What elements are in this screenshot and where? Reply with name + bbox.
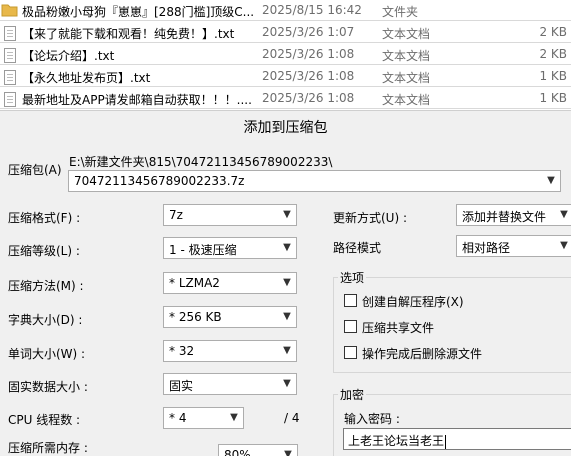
cpu-value: * 4 xyxy=(169,411,187,425)
shared-files-checkbox[interactable] xyxy=(344,320,357,333)
file-type: 文件夹 xyxy=(382,5,419,19)
archive-label: 压缩包(A) xyxy=(8,163,62,177)
file-name: 最新地址及APP请发邮箱自动获取！！！.... xyxy=(22,93,252,107)
path-mode-select[interactable]: 相对路径 ▼ xyxy=(456,235,571,257)
file-name: 【来了就能下载和观看！纯免费！】.txt xyxy=(22,27,235,41)
password-value: 上老王论坛当老王 xyxy=(348,434,447,449)
file-row[interactable]: 【来了就能下载和观看！纯免费！】.txt 2025/3/26 1:07 文本文档… xyxy=(0,22,571,43)
method-label: 压缩方法(M) : xyxy=(8,279,84,293)
file-type: 文本文档 xyxy=(382,71,431,85)
file-name: 极品粉嫩小母狗『崽崽』[288门槛]顶级C... xyxy=(22,5,254,19)
text-file-icon xyxy=(1,46,18,63)
cpu-select[interactable]: * 4 ▼ xyxy=(163,407,244,429)
file-row-folder[interactable]: 极品粉嫩小母狗『崽崽』[288门槛]顶级C... 2025/8/15 16:42… xyxy=(0,0,571,21)
chevron-down-icon[interactable]: ▼ xyxy=(281,377,293,391)
chevron-down-icon[interactable]: ▼ xyxy=(228,411,240,425)
delete-after-checkbox[interactable] xyxy=(344,346,357,359)
file-name: 【论坛介绍】.txt xyxy=(22,49,115,63)
chevron-down-icon[interactable]: ▼ xyxy=(281,310,293,324)
chevron-down-icon[interactable]: ▼ xyxy=(281,344,293,358)
dict-value: * 256 KB xyxy=(169,310,222,324)
text-file-icon xyxy=(1,68,18,85)
solid-value: 固实 xyxy=(169,379,194,393)
archive-name-value: 70472113456789002233.7z xyxy=(74,174,245,188)
level-select[interactable]: 1 - 极速压缩 ▼ xyxy=(163,237,297,259)
level-value: 1 - 极速压缩 xyxy=(169,243,237,257)
method-value: * LZMA2 xyxy=(169,276,220,290)
text-file-icon xyxy=(1,24,18,41)
shared-files-label: 压缩共享文件 xyxy=(362,321,435,335)
path-mode-value: 相对路径 xyxy=(462,241,511,255)
file-size: 1 KB xyxy=(539,69,567,83)
password-label: 输入密码 : xyxy=(344,412,400,426)
file-name: 【永久地址发布页】.txt xyxy=(22,71,151,85)
chevron-down-icon[interactable]: ▼ xyxy=(558,239,570,253)
chevron-down-icon[interactable]: ▼ xyxy=(281,208,293,222)
add-to-archive-dialog: 添加到压缩包 压缩包(A) E:\新建文件夹\815\7047211345678… xyxy=(0,110,571,456)
file-type: 文本文档 xyxy=(382,93,431,107)
memory-select[interactable]: 80% ▼ xyxy=(218,444,298,456)
word-value: * 32 xyxy=(169,344,195,358)
encryption-title: 加密 xyxy=(338,386,367,403)
folder-icon xyxy=(1,2,18,18)
dict-label: 字典大小(D) : xyxy=(8,313,83,327)
archive-name-combo[interactable]: 70472113456789002233.7z ▼ xyxy=(68,170,561,192)
file-row[interactable]: 【论坛介绍】.txt 2025/3/26 1:08 文本文档 2 KB xyxy=(0,44,571,65)
file-date: 2025/3/26 1:08 xyxy=(262,47,355,61)
dict-select[interactable]: * 256 KB ▼ xyxy=(163,306,297,328)
dialog-title: 添加到压缩包 xyxy=(243,120,328,136)
sfx-checkbox[interactable] xyxy=(344,294,357,307)
method-select[interactable]: * LZMA2 ▼ xyxy=(163,272,297,294)
file-row[interactable]: 最新地址及APP请发邮箱自动获取！！！.... 2025/3/26 1:08 文… xyxy=(0,88,571,109)
memory-label: 压缩所需内存 : xyxy=(8,441,88,455)
file-date: 2025/3/26 1:08 xyxy=(262,91,355,105)
solid-label: 固实数据大小 : xyxy=(8,380,88,394)
archive-path: E:\新建文件夹\815\70472113456789002233\ xyxy=(69,155,333,169)
word-select[interactable]: * 32 ▼ xyxy=(163,340,297,362)
file-date: 2025/8/15 16:42 xyxy=(262,3,362,17)
password-input[interactable]: 上老王论坛当老王 xyxy=(343,428,571,450)
file-date: 2025/3/26 1:08 xyxy=(262,69,355,83)
file-type: 文本文档 xyxy=(382,27,431,41)
format-select[interactable]: 7z ▼ xyxy=(163,204,297,226)
format-label: 压缩格式(F) : xyxy=(8,211,81,225)
chevron-down-icon[interactable]: ▼ xyxy=(281,241,293,255)
update-label: 更新方式(U) : xyxy=(333,211,408,225)
cpu-label: CPU 线程数 : xyxy=(8,413,81,427)
file-type: 文本文档 xyxy=(382,49,431,63)
file-row[interactable]: 【永久地址发布页】.txt 2025/3/26 1:08 文本文档 1 KB xyxy=(0,66,571,87)
text-file-icon xyxy=(1,90,18,107)
level-label: 压缩等级(L) : xyxy=(8,244,80,258)
file-size: 2 KB xyxy=(539,25,567,39)
memory-value: 80% xyxy=(224,448,251,456)
chevron-down-icon[interactable]: ▼ xyxy=(282,448,294,456)
format-value: 7z xyxy=(169,208,183,222)
cpu-total: / 4 xyxy=(284,411,300,425)
path-mode-label: 路径模式 xyxy=(333,241,382,255)
file-list: 极品粉嫩小母狗『崽崽』[288门槛]顶级C... 2025/8/15 16:42… xyxy=(0,0,571,110)
word-label: 单词大小(W) : xyxy=(8,347,86,361)
delete-after-label: 操作完成后删除源文件 xyxy=(362,347,483,361)
solid-select[interactable]: 固实 ▼ xyxy=(163,373,297,395)
file-size: 1 KB xyxy=(539,91,567,105)
sfx-label: 创建自解压程序(X) xyxy=(362,295,464,309)
chevron-down-icon[interactable]: ▼ xyxy=(281,276,293,290)
chevron-down-icon[interactable]: ▼ xyxy=(545,174,557,188)
file-date: 2025/3/26 1:07 xyxy=(262,25,355,39)
update-value: 添加并替换文件 xyxy=(462,210,547,224)
chevron-down-icon[interactable]: ▼ xyxy=(558,208,570,222)
file-size: 2 KB xyxy=(539,47,567,61)
options-title: 选项 xyxy=(338,269,367,286)
update-select[interactable]: 添加并替换文件 ▼ xyxy=(456,204,571,226)
